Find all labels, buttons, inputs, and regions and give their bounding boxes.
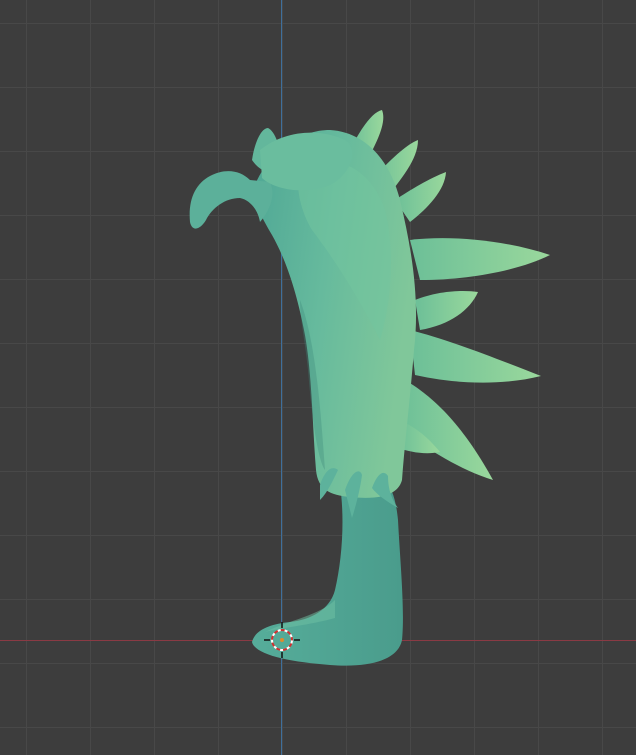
torso [254,130,417,518]
spike [410,238,550,280]
creature-model[interactable] [0,0,636,755]
spike [415,290,478,330]
spike [410,330,541,383]
3d-viewport[interactable] [0,0,636,755]
leg [252,480,403,666]
